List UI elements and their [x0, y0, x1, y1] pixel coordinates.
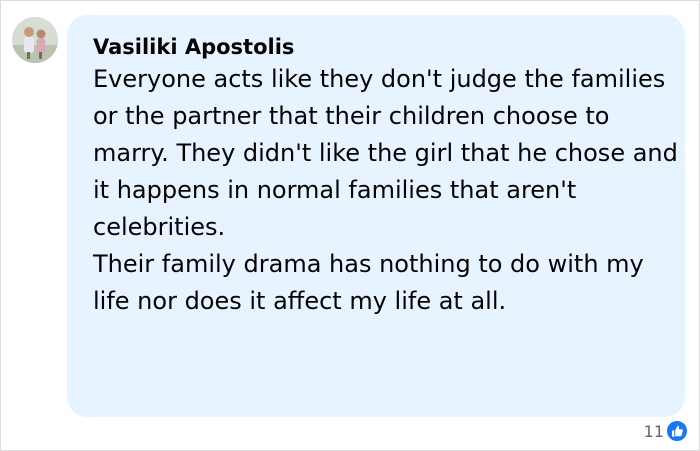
avatar[interactable] [12, 17, 58, 63]
comment-paragraph: Their family drama has nothing to do wit… [93, 250, 644, 315]
avatar-photo [12, 17, 58, 63]
reaction-summary[interactable]: 11 [644, 418, 688, 444]
comment-paragraph: Everyone acts like they don't judge the … [93, 65, 678, 241]
comment-author[interactable]: Vasiliki Apostolis [93, 35, 294, 59]
like-thumb-icon [666, 420, 688, 442]
comment-body: Everyone acts like they don't judge the … [93, 61, 678, 320]
reaction-count: 11 [643, 421, 664, 441]
